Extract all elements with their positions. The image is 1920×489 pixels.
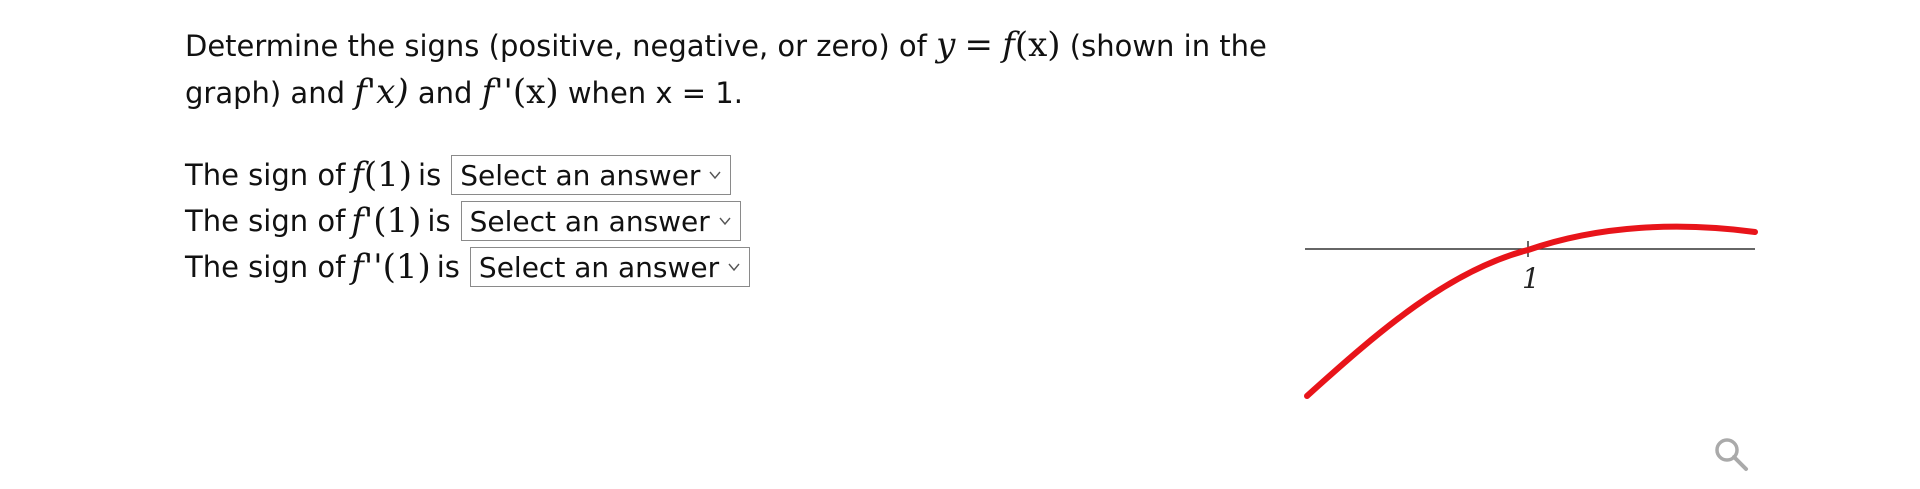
math-fdouble: f (481, 72, 495, 112)
math-prime-mark: ' (366, 72, 377, 112)
row-function: f'(1) (351, 201, 422, 241)
math-f: f (1002, 25, 1015, 65)
question-part2: (shown in the (1069, 29, 1267, 63)
math-x2-arg: (x) (512, 72, 559, 112)
sign-f-select[interactable]: Select an answer (451, 155, 732, 195)
row-function: f(1) (351, 155, 413, 195)
math-double-prime-mark: '' (494, 72, 513, 112)
select-value: Select an answer (460, 158, 701, 192)
row-suffix: is (418, 158, 442, 192)
sign-fdoubleprime-select[interactable]: Select an answer (469, 247, 750, 287)
tick-label: 1 (1522, 262, 1540, 295)
math-x-arg: x) (376, 72, 409, 112)
function-curve (1304, 223, 1758, 399)
question-part1: Determine the signs (positive, negative,… (185, 29, 927, 63)
row-prefix: The sign of (185, 158, 346, 192)
math-fprime: f (354, 72, 367, 112)
question-text: Determine the signs (positive, negative,… (185, 22, 1305, 116)
row-suffix: is (427, 204, 451, 238)
answer-row-f: The sign of f(1) is Select an answer (185, 152, 750, 198)
chevron-down-icon (728, 263, 740, 272)
magnifier-icon[interactable] (1712, 435, 1752, 475)
question-part5: when x = 1. (567, 76, 743, 110)
row-function: f''(1) (351, 247, 431, 287)
answer-row-fdoubleprime: The sign of f''(1) is Select an answer (185, 244, 750, 290)
row-suffix: is (436, 250, 460, 284)
math-y: y (936, 25, 956, 65)
select-value: Select an answer (478, 250, 720, 284)
question-part3: graph) and (185, 76, 345, 110)
sign-fprime-select[interactable]: Select an answer (460, 201, 741, 241)
function-graph: 1 (1304, 223, 1758, 399)
row-prefix: The sign of (185, 204, 346, 238)
math-equals: = (964, 25, 994, 65)
answer-rows: The sign of f(1) is Select an answer The… (185, 152, 750, 290)
select-value: Select an answer (469, 204, 710, 238)
math-fx-arg: (x) (1014, 25, 1061, 65)
chevron-down-icon (719, 217, 731, 226)
chevron-down-icon (709, 171, 721, 180)
row-prefix: The sign of (185, 250, 346, 284)
question-part4: and (417, 76, 473, 110)
answer-row-fprime: The sign of f'(1) is Select an answer (185, 198, 750, 244)
